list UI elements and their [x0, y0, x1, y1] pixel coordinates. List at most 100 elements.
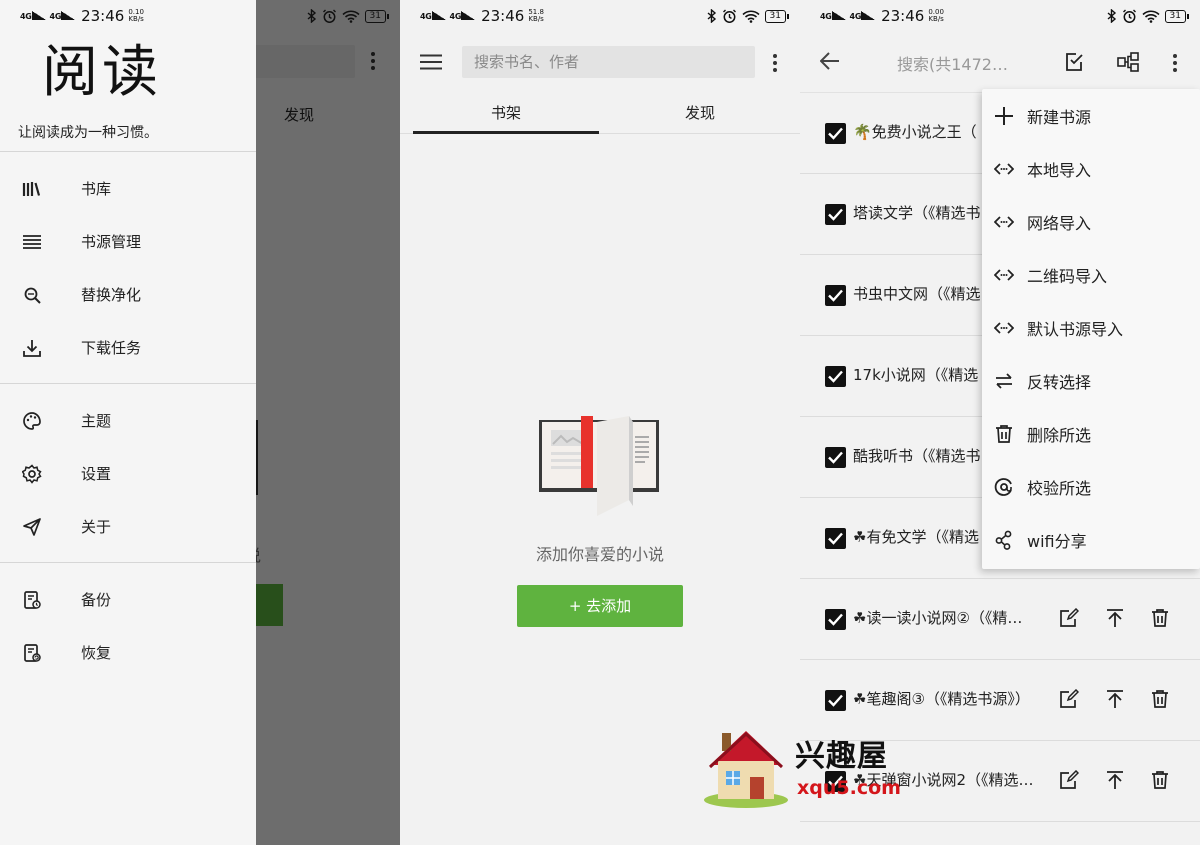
drawer-divider [0, 151, 256, 152]
bluetooth-icon [307, 9, 316, 23]
clock: 23:46 [881, 7, 925, 25]
code-import-icon [994, 322, 1014, 334]
backup-icon [24, 591, 41, 609]
code-import-icon [994, 269, 1014, 281]
menu-item-delete-selected[interactable]: 删除所选 [982, 407, 1200, 460]
bluetooth-icon [1107, 9, 1116, 23]
menu-item-verify-selected[interactable]: 校验所选 [982, 460, 1200, 513]
swap-icon [996, 373, 1012, 389]
search-input[interactable]: 搜索书名、作者 [462, 46, 755, 78]
drawer-item-replace[interactable]: 替换净化 [0, 268, 256, 321]
menu-item-new-source[interactable]: 新建书源 [982, 89, 1200, 142]
edit-icon[interactable] [1059, 608, 1079, 628]
download-icon [23, 340, 41, 357]
plus-icon [995, 107, 1013, 125]
net-speed: 51.8 KB/s [528, 8, 544, 23]
menu-icon[interactable] [420, 54, 442, 70]
tab-discover[interactable]: 发现 [607, 92, 793, 134]
verify-icon [994, 478, 1012, 496]
restore-icon [24, 644, 41, 662]
source-row[interactable]: ☘读一读小说网②（《精… [800, 579, 1200, 660]
drawer-item-source-manager[interactable]: 书源管理 [0, 215, 256, 268]
trash-icon[interactable] [1150, 770, 1170, 790]
status-bar: 4G 4G 23:46 0.10 KB/s 31 [0, 0, 400, 32]
more-options-icon[interactable] [1173, 54, 1177, 75]
bluetooth-icon [707, 9, 716, 23]
menu-item-label: 删除所选 [1027, 426, 1092, 445]
source-checkbox[interactable] [825, 366, 846, 387]
signal-icon: 4G [420, 11, 446, 21]
trash-icon[interactable] [1150, 608, 1170, 628]
menu-item-label: 校验所选 [1027, 479, 1092, 498]
source-checkbox[interactable] [825, 528, 846, 549]
drawer-item-label: 替换净化 [81, 286, 142, 304]
drawer-item-theme[interactable]: 主题 [0, 394, 256, 447]
more-options-icon[interactable] [773, 54, 777, 75]
source-checkbox[interactable] [825, 447, 846, 468]
menu-item-invert-selection[interactable]: 反转选择 [982, 354, 1200, 407]
code-import-icon [994, 163, 1014, 175]
move-to-top-icon[interactable] [1105, 608, 1125, 628]
wifi-icon [741, 10, 760, 23]
drawer-item-download[interactable]: 下载任务 [0, 321, 256, 374]
source-search-input[interactable]: 搜索(共1472… [897, 51, 1008, 75]
app-logo: 阅读 [42, 40, 162, 105]
alarm-icon [722, 9, 736, 23]
drawer-item-label: 书源管理 [81, 233, 142, 251]
group-icon[interactable] [1117, 52, 1139, 72]
phone-drawer-screen: 发现 说 4G 4G 23:46 0.10KB/s 31 阅读 让阅读成为一种习… [0, 0, 400, 845]
add-books-button[interactable]: + 去添加 [517, 585, 683, 627]
battery-icon: 31 [1164, 9, 1190, 23]
app-tagline: 让阅读成为一种习惯。 [18, 125, 158, 141]
navigation-drawer: 阅读 让阅读成为一种习惯。 书库 书源管理 替换净化 下载任务 主题 设置 关于… [0, 0, 256, 845]
alarm-icon [322, 9, 336, 23]
trash-icon [996, 425, 1012, 443]
drawer-item-label: 书库 [81, 180, 112, 198]
drawer-item-label: 备份 [81, 591, 112, 609]
menu-item-default-import[interactable]: 默认书源导入 [982, 301, 1200, 354]
edit-icon[interactable] [1059, 770, 1079, 790]
back-arrow-icon[interactable] [820, 52, 840, 70]
watermark: 兴趣屋 xqu5.com [700, 725, 910, 810]
menu-item-label: 二维码导入 [1027, 267, 1108, 286]
clock: 23:46 [481, 7, 525, 25]
drawer-item-bookshelf[interactable]: 书库 [0, 162, 256, 215]
status-bar: 4G 4G 23:46 51.8 KB/s 31 [400, 0, 800, 32]
drawer-item-about[interactable]: 关于 [0, 500, 256, 553]
move-to-top-icon[interactable] [1105, 770, 1125, 790]
code-import-icon [994, 216, 1014, 228]
menu-item-wifi-share[interactable]: wifi分享 [982, 513, 1200, 566]
tab-bookshelf[interactable]: 书架 [413, 92, 599, 134]
wifi-icon [1141, 10, 1160, 23]
edit-icon[interactable] [1059, 689, 1079, 709]
watermark-domain: xqu5.com [797, 777, 901, 799]
menu-item-local-import[interactable]: 本地导入 [982, 142, 1200, 195]
menu-item-qrcode-import[interactable]: 二维码导入 [982, 248, 1200, 301]
edit-check-icon[interactable] [1065, 52, 1085, 72]
signal-icon: 4G [820, 11, 846, 21]
signal-icon: 4G [20, 11, 46, 21]
menu-item-network-import[interactable]: 网络导入 [982, 195, 1200, 248]
net-speed: 0.00 KB/s [928, 8, 944, 23]
menu-item-label: 本地导入 [1027, 161, 1092, 180]
share-icon [995, 530, 1012, 550]
phone-bookshelf-screen: 4G 4G 23:46 51.8 KB/s 31 搜索书名、作者 书架 发现 添加… [400, 0, 800, 845]
drawer-item-restore[interactable]: 恢复 [0, 626, 256, 679]
source-checkbox[interactable] [825, 123, 846, 144]
bookshelf-icon [22, 182, 41, 196]
house-logo [704, 731, 788, 808]
drawer-item-label: 下载任务 [81, 339, 142, 357]
empty-state-text: 添加你喜爱的小说 [535, 545, 664, 564]
source-checkbox[interactable] [825, 690, 846, 711]
drawer-item-settings[interactable]: 设置 [0, 447, 256, 500]
wifi-icon [341, 10, 360, 23]
source-checkbox[interactable] [825, 285, 846, 306]
drawer-item-backup[interactable]: 备份 [0, 573, 256, 626]
source-checkbox[interactable] [825, 204, 846, 225]
move-to-top-icon[interactable] [1105, 689, 1125, 709]
source-checkbox[interactable] [825, 609, 846, 630]
signal-icon-2: 4G [850, 11, 876, 21]
overflow-menu: 新建书源 本地导入 网络导入 二维码导入 默认书源导入 反转选择 删除所选 校验… [982, 89, 1200, 569]
send-icon [23, 518, 41, 536]
trash-icon[interactable] [1150, 689, 1170, 709]
